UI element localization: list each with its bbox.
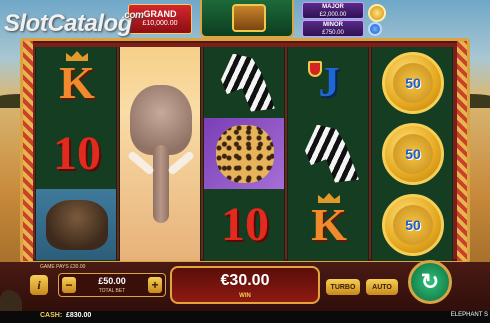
shield-icon: [308, 61, 322, 77]
symbol-k-label: K: [311, 199, 347, 250]
symbol-buffalo: [36, 189, 116, 260]
symbol-ten: 10: [36, 118, 116, 189]
total-bet-value: £50.00: [98, 276, 126, 286]
jackpot-grand-amount: £10,000.00: [142, 20, 178, 27]
blue-gem-icon: [368, 22, 382, 36]
spin-button[interactable]: ↻: [408, 260, 452, 304]
reel-1: K 10: [35, 47, 117, 261]
jackpot-minor-amount: £750.00: [322, 30, 344, 36]
watermark-suffix: .com: [122, 10, 144, 21]
win-value: €30.00: [220, 272, 270, 289]
bet-decrease-button[interactable]: −: [62, 277, 76, 293]
win-label: WIN: [239, 293, 251, 299]
cash-value: £830.00: [66, 312, 92, 319]
frame-border-pattern: [23, 41, 33, 261]
watermark-brand: SlotCatalog: [4, 10, 132, 37]
symbol-cheetah: [204, 118, 284, 189]
bet-selector: − £50.00 TOTAL BET +: [58, 273, 166, 297]
cheetah-icon: [216, 124, 274, 183]
treasure-chest-icon: [232, 4, 266, 32]
jackpot-major-label: MAJOR: [322, 4, 344, 10]
frame-border-pattern: [457, 41, 467, 261]
symbol-king: K: [36, 47, 116, 118]
autoplay-button[interactable]: AUTO: [366, 279, 398, 295]
watermark: SlotCatalog .com: [4, 10, 144, 38]
symbol-coin: 50: [372, 47, 452, 118]
symbol-coin: 50: [372, 118, 452, 189]
coin-value: 50: [405, 145, 421, 162]
symbol-zebra: [288, 118, 368, 189]
info-button[interactable]: i: [30, 275, 48, 295]
coin-value: 50: [405, 216, 421, 233]
symbol-ten: 10: [204, 189, 284, 260]
symbol-10-label: 10: [53, 127, 101, 180]
symbol-k-label: K: [59, 57, 95, 108]
total-bet-label: TOTAL BET: [98, 288, 126, 294]
gold-gem-icon: [368, 4, 386, 22]
jackpot-minor: MINOR £750.00: [302, 20, 364, 37]
treasure-chest-banner: [200, 0, 294, 38]
elephant-trunk: [153, 145, 169, 223]
reel-frame: K 10 10 J K 50 50 50: [20, 38, 470, 264]
bet-increase-button[interactable]: +: [148, 277, 162, 293]
reel-5: 50 50 50: [371, 47, 453, 261]
symbol-zebra: [204, 47, 284, 118]
turbo-button[interactable]: TURBO: [326, 279, 360, 295]
win-display: €30.00 WIN: [170, 266, 320, 304]
gold-coin-icon: 50: [382, 122, 444, 185]
gold-coin-icon: 50: [382, 193, 444, 256]
symbol-coin: 50: [372, 189, 452, 260]
jackpot-major: MAJOR £2,000.00: [302, 2, 364, 19]
symbol-10-label: 10: [221, 198, 269, 251]
game-name: ELEPHANT S: [450, 312, 488, 318]
buffalo-icon: [46, 199, 108, 250]
status-bar: CASH: £830.00 ELEPHANT S: [0, 311, 490, 323]
coin-value: 50: [405, 74, 421, 91]
jackpot-major-amount: £2,000.00: [319, 12, 347, 18]
symbol-king: K: [288, 189, 368, 260]
game-pays-text: GAME PAYS £30.00: [40, 264, 86, 270]
spin-icon: ↻: [420, 269, 440, 294]
game-stage: GRAND £10,000.00 MAJOR £2,000.00 MINOR £…: [0, 0, 490, 323]
jackpot-minor-label: MINOR: [323, 22, 343, 28]
cash-label: CASH:: [40, 312, 63, 319]
gold-coin-icon: 50: [382, 51, 444, 114]
zebra-icon: [221, 53, 275, 112]
crown-icon: [66, 51, 88, 61]
crown-icon: [318, 193, 340, 203]
reel-4: J K: [287, 47, 369, 261]
reel-3: 10: [203, 47, 285, 261]
symbol-elephant-wild: [120, 47, 200, 261]
reel-2: [119, 47, 201, 261]
symbol-jack: J: [288, 47, 368, 118]
zebra-icon: [305, 124, 359, 183]
